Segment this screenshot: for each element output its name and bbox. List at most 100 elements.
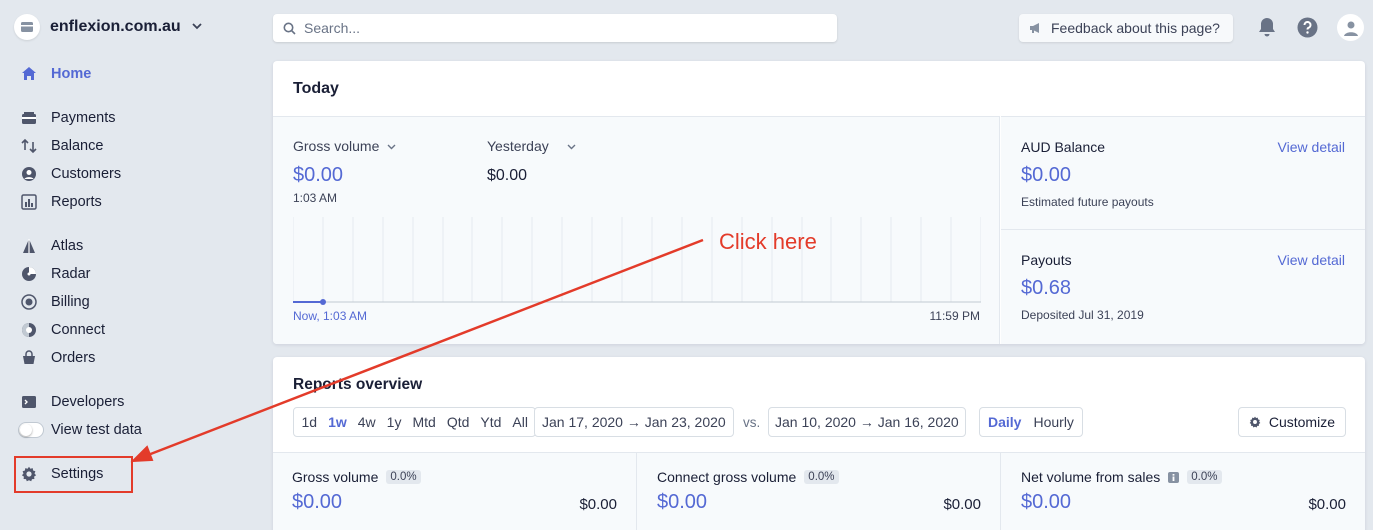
metric-card[interactable]: Connect gross volume 0.0% $0.00 $0.00 bbox=[637, 453, 1001, 530]
range-option[interactable]: 1y bbox=[381, 414, 407, 430]
sidebar-item-reports[interactable]: Reports bbox=[20, 192, 102, 212]
range-option[interactable]: 1w bbox=[323, 414, 353, 430]
date-range-picker[interactable]: Jan 17, 2020 → Jan 23, 2020 bbox=[534, 407, 734, 437]
metric-label: Net volume from sales bbox=[1021, 469, 1161, 485]
date-range-text: Jan 17, 2020 → Jan 23, 2020 bbox=[542, 414, 726, 430]
metric-change-badge: 0.0% bbox=[1187, 470, 1222, 484]
metric-change-badge: 0.0% bbox=[804, 470, 839, 484]
sidebar-item-connect[interactable]: Connect bbox=[20, 320, 105, 340]
account-switcher[interactable]: enflexion.com.au bbox=[14, 14, 203, 40]
today-card: Today Gross volume $0.00 1:03 AM Yesterd… bbox=[273, 61, 1365, 344]
metric-change-badge: 0.0% bbox=[386, 470, 421, 484]
range-option[interactable]: 1d bbox=[296, 414, 323, 430]
chevron-down-icon bbox=[191, 19, 203, 35]
customize-button[interactable]: Customize bbox=[1237, 407, 1346, 437]
metric-compare-value: $0.00 bbox=[943, 496, 981, 513]
home-icon bbox=[20, 65, 38, 83]
compare-range-picker[interactable]: Jan 10, 2020 → Jan 16, 2020 bbox=[768, 407, 966, 437]
vs-label: vs. bbox=[743, 415, 761, 430]
today-volume-panel: Gross volume $0.00 1:03 AM Yesterday $0.… bbox=[273, 116, 1000, 344]
orders-icon bbox=[20, 349, 38, 367]
info-icon[interactable] bbox=[1168, 471, 1180, 483]
radar-icon bbox=[20, 265, 38, 283]
account-name: enflexion.com.au bbox=[50, 18, 181, 35]
sidebar-label: Payments bbox=[51, 110, 116, 126]
sidebar-label: Balance bbox=[51, 138, 104, 154]
bell-icon[interactable] bbox=[1256, 16, 1278, 38]
range-option[interactable]: Mtd bbox=[407, 414, 441, 430]
feedback-button[interactable]: Feedback about this page? bbox=[1019, 14, 1233, 42]
balance-value: $0.00 bbox=[1021, 164, 1072, 186]
search-input[interactable]: Search... bbox=[273, 14, 837, 42]
payments-icon bbox=[20, 109, 38, 127]
metric-label: Gross volume bbox=[292, 469, 379, 485]
sidebar-item-balance[interactable]: Balance bbox=[20, 136, 103, 156]
feedback-label: Feedback about this page? bbox=[1051, 20, 1220, 36]
compare-range-text: Jan 10, 2020 → Jan 16, 2020 bbox=[775, 414, 959, 430]
sidebar-item-billing[interactable]: Billing bbox=[20, 292, 90, 312]
metric-value: $0.00 bbox=[657, 491, 708, 513]
chevron-down-icon bbox=[387, 142, 396, 151]
gross-volume-dropdown[interactable]: Gross volume bbox=[293, 138, 396, 154]
sidebar-label: View test data bbox=[51, 422, 142, 438]
atlas-icon bbox=[20, 237, 38, 255]
sidebar-label: Reports bbox=[51, 194, 102, 210]
avatar[interactable] bbox=[1337, 14, 1364, 41]
gear-icon bbox=[1249, 416, 1261, 428]
sidebar-label: Atlas bbox=[51, 238, 84, 254]
sidebar-label: Settings bbox=[51, 466, 104, 482]
help-icon[interactable] bbox=[1296, 16, 1318, 38]
range-option[interactable]: Ytd bbox=[475, 414, 507, 430]
sidebar-item-view-test-data[interactable]: View test data bbox=[18, 420, 142, 440]
sidebar-item-payments[interactable]: Payments bbox=[20, 108, 115, 128]
sidebar-item-orders[interactable]: Orders bbox=[20, 348, 95, 368]
balance-sub: Estimated future payouts bbox=[1021, 195, 1154, 209]
sidebar-label: Customers bbox=[51, 166, 122, 182]
search-placeholder: Search... bbox=[304, 20, 361, 36]
chart-end-label: 11:59 PM bbox=[929, 309, 980, 323]
annotation-text: Click here bbox=[719, 229, 817, 254]
chart-point-now bbox=[320, 299, 326, 305]
payouts-label: Payouts bbox=[1021, 252, 1072, 268]
sidebar-label: Billing bbox=[51, 294, 90, 310]
balance-panel: AUD Balance View detail $0.00 Estimated … bbox=[1001, 116, 1365, 230]
sidebar-item-settings[interactable]: Settings bbox=[20, 464, 103, 484]
metric-label: Connect gross volume bbox=[657, 469, 797, 485]
gear-icon bbox=[20, 465, 38, 483]
reports-title: Reports overview bbox=[293, 376, 423, 393]
yesterday-value: $0.00 bbox=[487, 167, 528, 184]
balance-icon bbox=[20, 137, 38, 155]
sidebar-item-developers[interactable]: Developers bbox=[20, 392, 124, 412]
range-option[interactable]: All bbox=[507, 414, 534, 430]
balance-view-detail-link[interactable]: View detail bbox=[1278, 139, 1345, 155]
granularity-hourly[interactable]: Hourly bbox=[1033, 414, 1073, 430]
sidebar-label: Home bbox=[51, 66, 92, 82]
sidebar-item-atlas[interactable]: Atlas bbox=[20, 236, 83, 256]
today-title: Today bbox=[293, 80, 339, 97]
metric-value: $0.00 bbox=[292, 491, 343, 513]
sidebar-item-home[interactable]: Home bbox=[20, 64, 91, 84]
granularity-daily[interactable]: Daily bbox=[988, 414, 1021, 430]
chart-start-label: Now, 1:03 AM bbox=[293, 309, 368, 323]
reports-overview-card: Reports overview 1d 1w 4w 1y Mtd Qtd Ytd All Ja… bbox=[273, 357, 1365, 530]
balance-label: AUD Balance bbox=[1021, 139, 1106, 155]
sidebar-label: Orders bbox=[51, 350, 96, 366]
gross-volume-value: $0.00 bbox=[293, 164, 344, 186]
metric-card[interactable]: Gross volume 0.0% $0.00 $0.00 bbox=[273, 453, 637, 530]
sidebar-item-customers[interactable]: Customers bbox=[20, 164, 121, 184]
payouts-view-detail-link[interactable]: View detail bbox=[1278, 252, 1345, 268]
metric-card[interactable]: Net volume from sales 0.0% $0.00 $0.00 bbox=[1001, 453, 1365, 530]
sidebar-label: Connect bbox=[51, 322, 106, 338]
range-option[interactable]: Qtd bbox=[441, 414, 475, 430]
today-chart bbox=[293, 217, 981, 305]
metric-value: $0.00 bbox=[1021, 491, 1072, 513]
test-data-toggle[interactable] bbox=[18, 422, 44, 438]
range-option[interactable]: 4w bbox=[352, 414, 381, 430]
billing-icon bbox=[20, 293, 38, 311]
gross-volume-time: 1:03 AM bbox=[293, 191, 338, 205]
payouts-panel: Payouts View detail $0.68 Deposited Jul … bbox=[1001, 230, 1365, 344]
sidebar-item-radar[interactable]: Radar bbox=[20, 264, 91, 284]
yesterday-dropdown[interactable]: Yesterday bbox=[487, 138, 576, 154]
granularity-selector: Daily Hourly bbox=[979, 407, 1083, 437]
chart-gridlines bbox=[293, 217, 981, 302]
